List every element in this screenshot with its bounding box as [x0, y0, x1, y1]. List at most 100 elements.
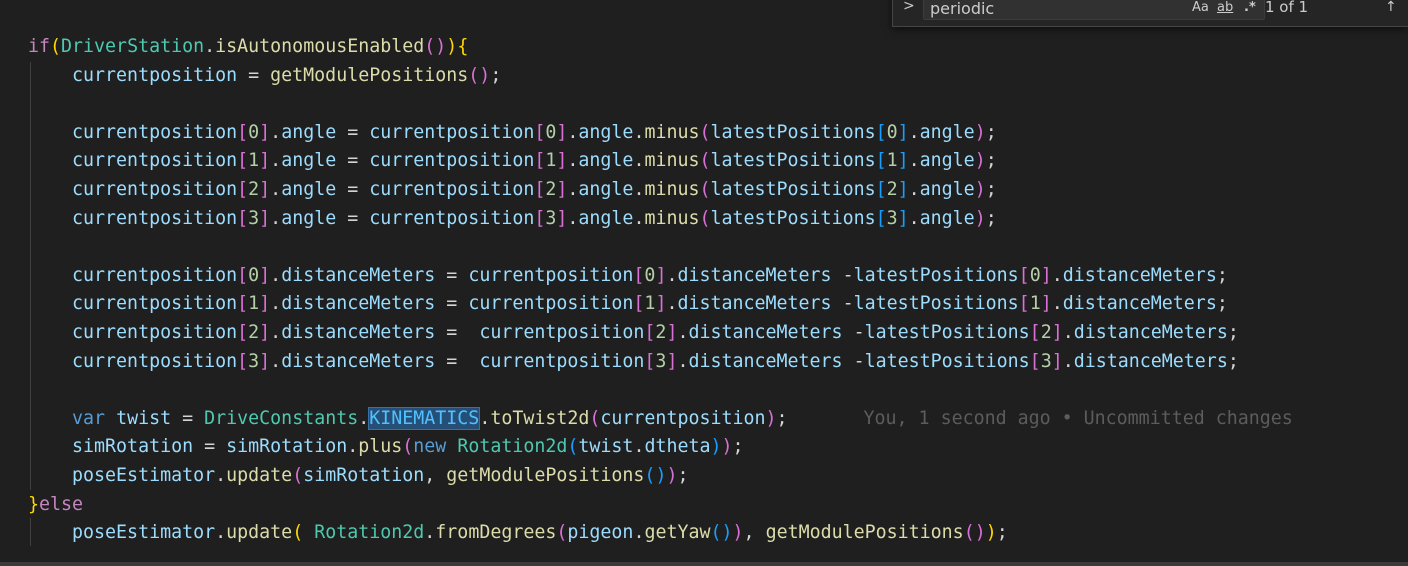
- code-token: latestPositions: [853, 293, 1019, 315]
- code-token: 2: [248, 322, 260, 343]
- code-token: .: [270, 264, 282, 286]
- code-token: angle: [578, 121, 634, 143]
- code-token: (: [710, 522, 722, 544]
- code-token: ]: [897, 179, 909, 200]
- code-token: currentposition: [479, 350, 645, 372]
- code-line: var twist = DriveConstants.KINEMATICS.to…: [28, 405, 1293, 433]
- code-token: angle: [919, 150, 975, 172]
- previous-match-arrow-icon[interactable]: ↑: [1385, 0, 1397, 18]
- git-blame-annotation: You, 1 second ago • Uncommitted changes: [863, 407, 1293, 429]
- code-token: ]: [666, 350, 678, 372]
- code-token: ]: [556, 150, 568, 172]
- code-token: currentposition: [72, 179, 238, 200]
- code-token: 1: [644, 293, 656, 315]
- code-token: .: [633, 150, 645, 172]
- code-line: currentposition[3].angle = currentpositi…: [28, 205, 997, 233]
- code-token: (: [556, 522, 568, 544]
- code-token: ]: [259, 150, 271, 172]
- code-token: .: [215, 522, 227, 544]
- code-token: .: [567, 207, 579, 229]
- code-token: 2: [655, 322, 667, 343]
- code-token: currentposition: [72, 150, 238, 172]
- code-token: [: [875, 121, 887, 143]
- code-line: simRotation = simRotation.plus(new Rotat…: [28, 433, 744, 461]
- code-token: .: [633, 522, 645, 544]
- toggle-replace-chevron-icon[interactable]: >: [903, 0, 919, 16]
- code-token: -: [842, 350, 865, 372]
- code-line: currentposition[2].distanceMeters = curr…: [28, 319, 1239, 347]
- code-token: currentposition: [369, 207, 535, 229]
- code-token: ): [974, 522, 986, 544]
- code-token: distanceMeters: [688, 350, 843, 372]
- code-token: currentposition: [72, 350, 238, 372]
- code-token: (: [50, 36, 62, 57]
- match-case-icon[interactable]: Aa: [1192, 0, 1209, 18]
- code-token: -: [831, 264, 854, 286]
- code-token: 3: [886, 207, 898, 229]
- code-editor[interactable]: if(DriverStation.isAutonomousEnabled()){…: [0, 0, 1408, 562]
- code-token: .: [677, 322, 689, 343]
- code-token: Rotation2d: [314, 522, 425, 544]
- code-token: ]: [556, 121, 568, 143]
- code-token: (: [292, 465, 304, 486]
- code-token: distanceMeters: [677, 264, 832, 286]
- code-token: ;: [1227, 350, 1239, 372]
- code-token: [: [875, 207, 887, 229]
- code-token: ): [985, 522, 997, 544]
- code-token: .: [633, 121, 645, 143]
- code-token: [: [237, 207, 249, 229]
- find-widget: > Aa ab .* 1 of 1 ↑: [892, 0, 1408, 27]
- code-line: if(DriverStation.isAutonomousEnabled()){: [28, 33, 468, 61]
- code-token: angle: [281, 207, 337, 229]
- code-token: -: [831, 293, 854, 315]
- code-token: currentposition: [369, 121, 535, 143]
- code-token: }: [28, 493, 40, 515]
- code-token: DriverStation: [61, 36, 205, 57]
- code-token: fromDegrees: [435, 522, 557, 544]
- code-token: .: [633, 179, 645, 200]
- code-token: .: [908, 179, 920, 200]
- find-input[interactable]: [930, 0, 1140, 19]
- code-token: ]: [1051, 322, 1063, 343]
- code-token: pigeon: [567, 522, 634, 544]
- code-token: 0: [886, 121, 898, 143]
- use-regex-icon[interactable]: .*: [1244, 0, 1256, 18]
- code-token: .: [270, 121, 282, 143]
- code-token: new: [413, 436, 447, 458]
- code-token: distanceMeters: [1073, 322, 1228, 343]
- code-token: =: [336, 179, 370, 200]
- code-token: 0: [1029, 264, 1041, 286]
- code-token: ]: [1040, 293, 1052, 315]
- code-token: ]: [897, 150, 909, 172]
- code-token: [: [1018, 293, 1030, 315]
- code-token: angle: [578, 150, 634, 172]
- code-token: =: [336, 150, 370, 172]
- code-token: currentposition: [479, 322, 645, 343]
- code-token: ;: [732, 436, 744, 458]
- match-whole-word-icon[interactable]: ab: [1217, 0, 1233, 18]
- code-token: (: [292, 522, 304, 544]
- code-token: ]: [259, 179, 271, 200]
- code-token: (: [699, 121, 711, 143]
- code-token: [: [237, 322, 249, 343]
- code-token: (: [567, 436, 579, 458]
- code-token: distanceMeters: [281, 322, 436, 343]
- code-token: if: [28, 36, 51, 57]
- code-token: distanceMeters: [1073, 350, 1228, 372]
- code-token: .: [908, 121, 920, 143]
- code-token: twist: [578, 436, 634, 458]
- code-token: getYaw: [644, 522, 711, 544]
- code-token: distanceMeters: [1062, 264, 1217, 286]
- code-token: 3: [248, 350, 260, 372]
- code-token: ]: [259, 293, 271, 315]
- code-token: [: [633, 293, 645, 315]
- code-token: getModulePositions: [446, 465, 645, 486]
- code-token: .: [567, 179, 579, 200]
- code-token: .: [633, 436, 645, 458]
- code-token: =: [435, 322, 480, 343]
- code-line: poseEstimator.update( Rotation2d.fromDeg…: [28, 519, 1008, 547]
- code-token: .: [908, 207, 920, 229]
